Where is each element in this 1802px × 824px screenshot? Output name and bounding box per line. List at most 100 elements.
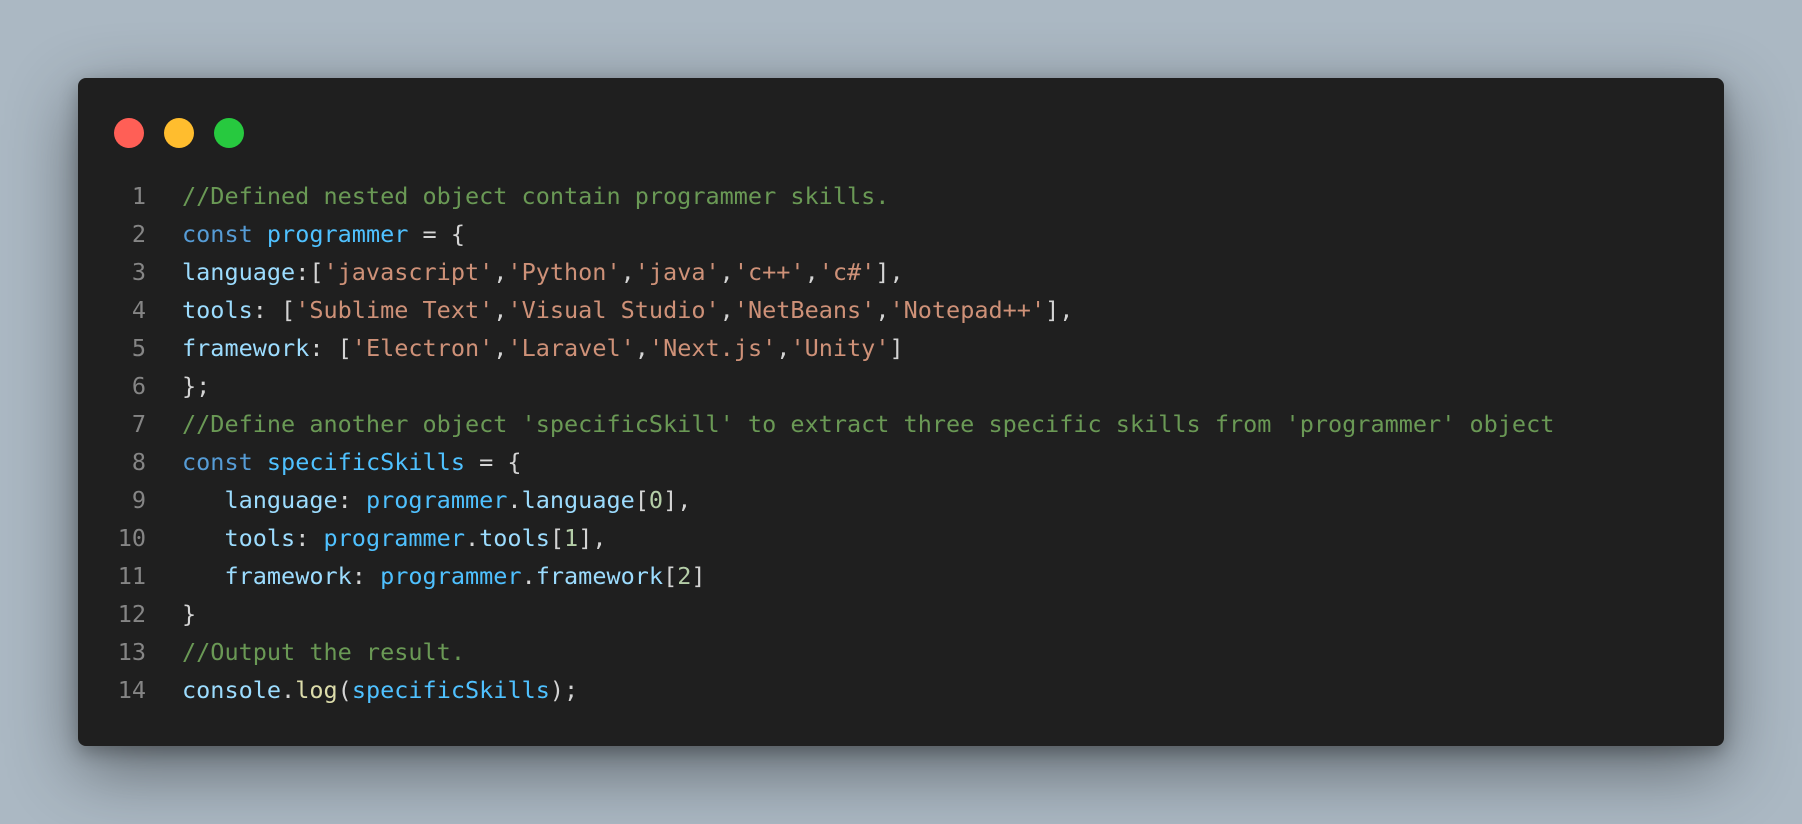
code-token-plain: ,	[719, 258, 734, 286]
code-token-string: 'Electron'	[351, 334, 494, 362]
code-token-plain: ,	[776, 334, 791, 362]
code-token-plain: ,	[719, 296, 734, 324]
code-token-plain: ,	[875, 296, 890, 324]
code-editor: 1 //Defined nested object contain program…	[78, 177, 1724, 709]
code-token-plain: = {	[464, 448, 522, 476]
line-content: const programmer = {	[182, 215, 1724, 253]
code-token-plain: :	[351, 562, 381, 590]
code-token-string: 'javascript'	[323, 258, 494, 286]
line-number: 9	[131, 486, 146, 514]
code-token-function: log	[295, 676, 338, 704]
code-token-number: 1	[564, 524, 579, 552]
code-token-string: 'Python'	[507, 258, 621, 286]
code-token-property: language	[521, 486, 635, 514]
line-content: tools: programmer.tools[1],	[182, 519, 1724, 557]
code-token-plain: :	[295, 524, 324, 552]
code-token-comment: //Define another object 'specificSkill' …	[182, 410, 1555, 438]
code-token-variable: programmer	[380, 562, 522, 590]
code-token-comment: //Output the result.	[182, 638, 465, 666]
code-token-plain: ]	[691, 562, 706, 590]
code-token-property: language	[224, 486, 338, 514]
code-token-keyword: const	[182, 448, 253, 476]
code-token-string: 'Unity'	[790, 334, 890, 362]
line-content: tools: ['Sublime Text','Visual Studio','…	[182, 291, 1724, 329]
code-token-plain: :	[337, 486, 366, 514]
code-line: 1 //Defined nested object contain program…	[78, 177, 1724, 215]
code-token-plain: .	[507, 486, 522, 514]
line-number: 8	[131, 448, 146, 476]
code-token-plain: ,	[634, 334, 649, 362]
code-line: 14 console.log(specificSkills);	[78, 671, 1724, 709]
code-token-string: 'c#'	[818, 258, 876, 286]
code-token-string: 'Next.js'	[648, 334, 777, 362]
code-token-plain: }	[182, 600, 197, 628]
code-window: 1 //Defined nested object contain program…	[78, 78, 1724, 746]
line-content: //Output the result.	[182, 633, 1724, 671]
code-line: 9 language: programmer.language[0],	[78, 481, 1724, 519]
code-line: 7 //Define another object 'specificSkill'…	[78, 405, 1724, 443]
code-line: 5 framework: ['Electron','Laravel','Next.…	[78, 329, 1724, 367]
code-token-string: 'Visual Studio'	[507, 296, 720, 324]
code-token-property: framework	[535, 562, 664, 590]
code-line: 12}	[78, 595, 1724, 633]
code-token-plain: .	[281, 676, 296, 704]
code-token-plain: ,	[493, 296, 508, 324]
code-token-string: 'Sublime Text'	[295, 296, 494, 324]
line-number: 7	[131, 410, 146, 438]
line-content: framework: ['Electron','Laravel','Next.j…	[182, 329, 1724, 367]
code-token-variable: specificSkills	[351, 676, 550, 704]
minimize-button[interactable]	[164, 118, 194, 148]
line-number: 14	[117, 676, 146, 704]
line-content: framework: programmer.framework[2]	[182, 557, 1724, 595]
code-token-property: tools	[479, 524, 550, 552]
code-token-keyword: const	[182, 220, 253, 248]
code-token-plain: [	[663, 562, 678, 590]
line-number: 10	[117, 524, 146, 552]
code-token-property: tools	[182, 296, 253, 324]
line-content: language:['javascript','Python','java','…	[182, 253, 1724, 291]
code-token-string: 'Notepad++'	[889, 296, 1046, 324]
code-line: 8 const specificSkills = {	[78, 443, 1724, 481]
code-token-property: framework	[224, 562, 352, 590]
code-token-property: console	[182, 676, 282, 704]
code-token-variable: programmer	[365, 486, 508, 514]
code-token-plain: ],	[875, 258, 904, 286]
code-token-number: 0	[648, 486, 664, 514]
code-token-variable: specificSkills	[266, 448, 465, 476]
code-token-plain: ,	[493, 334, 508, 362]
code-token-plain: ],	[1045, 296, 1074, 324]
code-token-plain: ],	[663, 486, 692, 514]
code-line: 6};	[78, 367, 1724, 405]
line-number: 13	[117, 638, 146, 666]
code-token-string: 'NetBeans'	[733, 296, 876, 324]
code-token-plain: ,	[620, 258, 635, 286]
close-button[interactable]	[114, 118, 144, 148]
line-number: 5	[131, 334, 146, 362]
code-token-number: 2	[677, 562, 692, 590]
code-token-property: language	[182, 258, 296, 286]
code-token-plain: .	[464, 524, 480, 552]
code-line: 10 tools: programmer.tools[1],	[78, 519, 1724, 557]
line-content: //Define another object 'specificSkill' …	[182, 405, 1724, 443]
code-token-property: framework	[182, 334, 310, 362]
line-number: 11	[117, 562, 146, 590]
code-token-property: tools	[224, 524, 296, 552]
line-content: }	[182, 595, 1724, 633]
code-token-plain: : [	[252, 296, 296, 324]
window-controls	[114, 118, 244, 148]
code-token-plain: (	[337, 676, 352, 704]
code-token-variable: programmer	[266, 220, 409, 248]
code-token-string: 'Laravel'	[507, 334, 635, 362]
line-number: 6	[131, 372, 146, 400]
code-token-comment: //Defined nested object contain programm…	[182, 182, 890, 210]
code-token-plain: ,	[493, 258, 508, 286]
code-token-plain: : [	[309, 334, 352, 362]
code-line: 4 tools: ['Sublime Text','Visual Studio',…	[78, 291, 1724, 329]
maximize-button[interactable]	[214, 118, 244, 148]
line-number: 1	[131, 182, 146, 210]
line-content: const specificSkills = {	[182, 443, 1724, 481]
